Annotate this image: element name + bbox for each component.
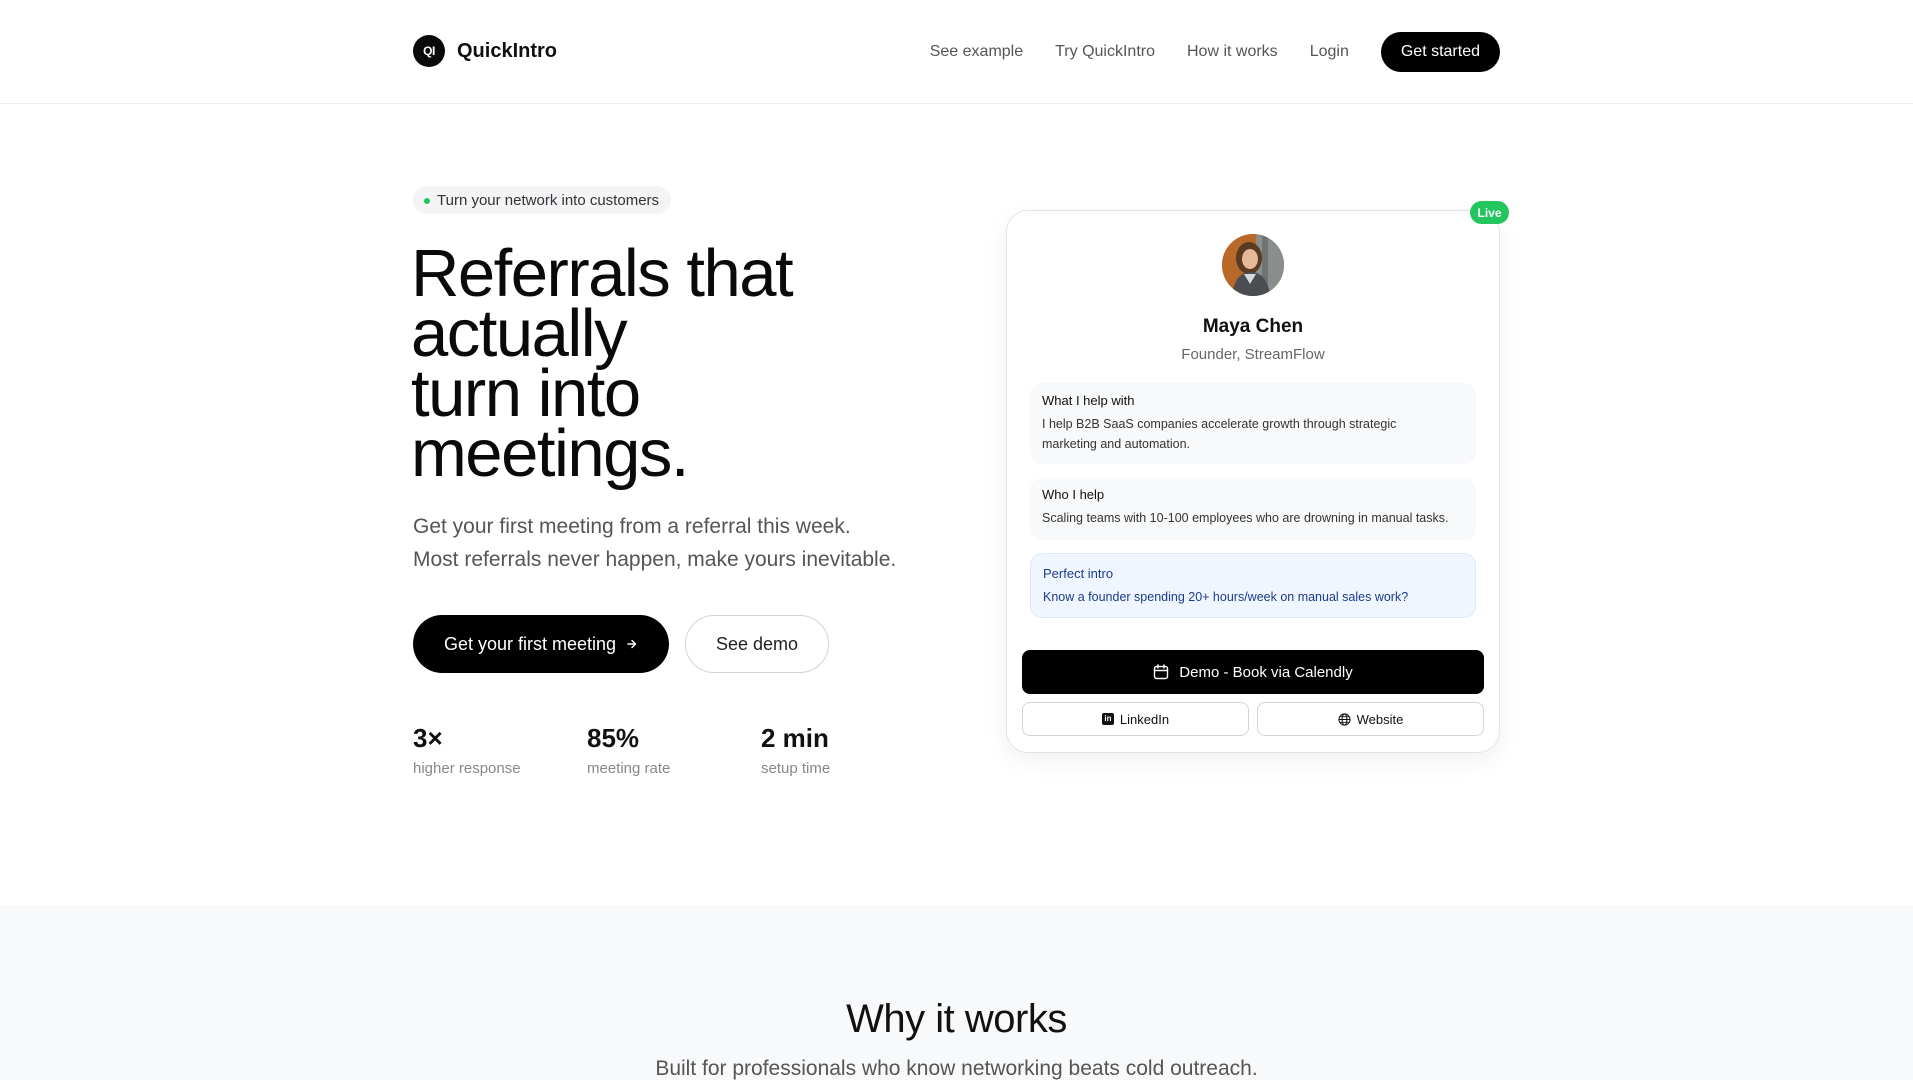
who-i-help-text: Scaling teams with 10-100 employees who …	[1042, 511, 1449, 525]
hero-badge-text: Turn your network into customers	[437, 191, 660, 209]
perfect-intro-box: Perfect intro Know a founder spending 20…	[1030, 553, 1476, 618]
section-title: Why it works	[846, 997, 1067, 1041]
stat-item: 85% meeting rate	[587, 722, 761, 777]
hero-title-line: meetings.	[411, 416, 689, 491]
logo-text: QuickIntro	[457, 39, 558, 62]
get-first-meeting-button[interactable]: Get your first meeting	[413, 615, 669, 673]
book-calendly-label: Demo - Book via Calendly	[1179, 663, 1353, 681]
stat-label: meeting rate	[587, 760, 671, 777]
arrow-right-icon	[627, 639, 637, 649]
website-label: Website	[1356, 711, 1404, 727]
what-i-help-with-text: I help B2B SaaS companies accelerate gro…	[1042, 414, 1464, 454]
perfect-intro-text: Know a founder spending 20+ hours/week o…	[1043, 590, 1409, 604]
hero-title-line: turn into	[411, 356, 641, 431]
perfect-intro-label: Perfect intro	[1043, 566, 1114, 581]
logo[interactable]: QI QuickIntro	[413, 35, 557, 67]
profile-name: Maya Chen	[1202, 316, 1304, 337]
hero-title: Referrals that actually turn into meetin…	[411, 236, 971, 491]
what-i-help-with-label: What I help with	[1042, 393, 1135, 408]
what-i-help-with-line: marketing and automation.	[1042, 437, 1191, 451]
nav-login[interactable]: Login	[1310, 43, 1349, 61]
nav-how-it-works[interactable]: How it works	[1187, 43, 1278, 61]
logo-mark: QI	[413, 35, 445, 67]
book-calendly-button[interactable]: Demo - Book via Calendly	[1022, 650, 1484, 694]
nav-try-quickintro[interactable]: Try QuickIntro	[1055, 43, 1155, 61]
website-button[interactable]: Website	[1257, 702, 1484, 736]
stat-value: 2 min	[761, 723, 829, 753]
stat-item: 3× higher response	[413, 722, 587, 777]
who-i-help-label: Who I help	[1042, 487, 1105, 502]
get-started-button[interactable]: Get started	[1380, 32, 1500, 72]
hero-subtitle-line: Get your first meeting from a referral t…	[413, 515, 851, 538]
stat-label: higher response	[413, 760, 521, 777]
avatar	[1222, 234, 1284, 296]
avatar-photo-icon	[1222, 234, 1284, 296]
status-dot-icon	[424, 198, 430, 204]
globe-icon	[1338, 712, 1351, 726]
stats-row: 3× higher response 85% meeting rate 2 mi…	[413, 722, 935, 777]
what-i-help-with-line: I help B2B SaaS companies accelerate gro…	[1042, 417, 1397, 431]
hero-title-line: Referrals that	[411, 236, 794, 311]
live-badge: Live	[1470, 201, 1509, 224]
hero-title-line: actually	[411, 296, 628, 371]
nav-see-example[interactable]: See example	[930, 43, 1023, 61]
linkedin-button[interactable]: in LinkedIn	[1022, 702, 1249, 736]
profile-role: Founder, StreamFlow	[1181, 346, 1325, 363]
stat-label: setup time	[761, 760, 831, 777]
linkedin-icon: in	[1101, 713, 1114, 725]
stat-value: 85%	[587, 723, 640, 753]
see-demo-button[interactable]: See demo	[685, 615, 829, 673]
main-nav: See example Try QuickIntro How it works …	[898, 32, 1500, 72]
calendar-icon	[1154, 664, 1169, 680]
hero-badge: Turn your network into customers	[413, 186, 672, 214]
linkedin-label: LinkedIn	[1119, 711, 1170, 727]
section-subtitle: Built for professionals who know network…	[655, 1057, 1258, 1080]
hero-subtitle-line: Most referrals never happen, make yours …	[413, 548, 897, 571]
get-first-meeting-label: Get your first meeting	[443, 633, 617, 654]
site-header: QI QuickIntro See example Try QuickIntro…	[0, 0, 1913, 104]
hero-subtitle: Get your first meeting from a referral t…	[413, 510, 896, 576]
why-it-works-section	[0, 905, 1913, 1080]
what-i-help-with-box: What I help with I help B2B SaaS compani…	[1030, 383, 1476, 464]
stat-value: 3×	[413, 723, 443, 753]
stat-item: 2 min setup time	[761, 722, 935, 777]
who-i-help-box: Who I help Scaling teams with 10-100 emp…	[1030, 478, 1476, 540]
